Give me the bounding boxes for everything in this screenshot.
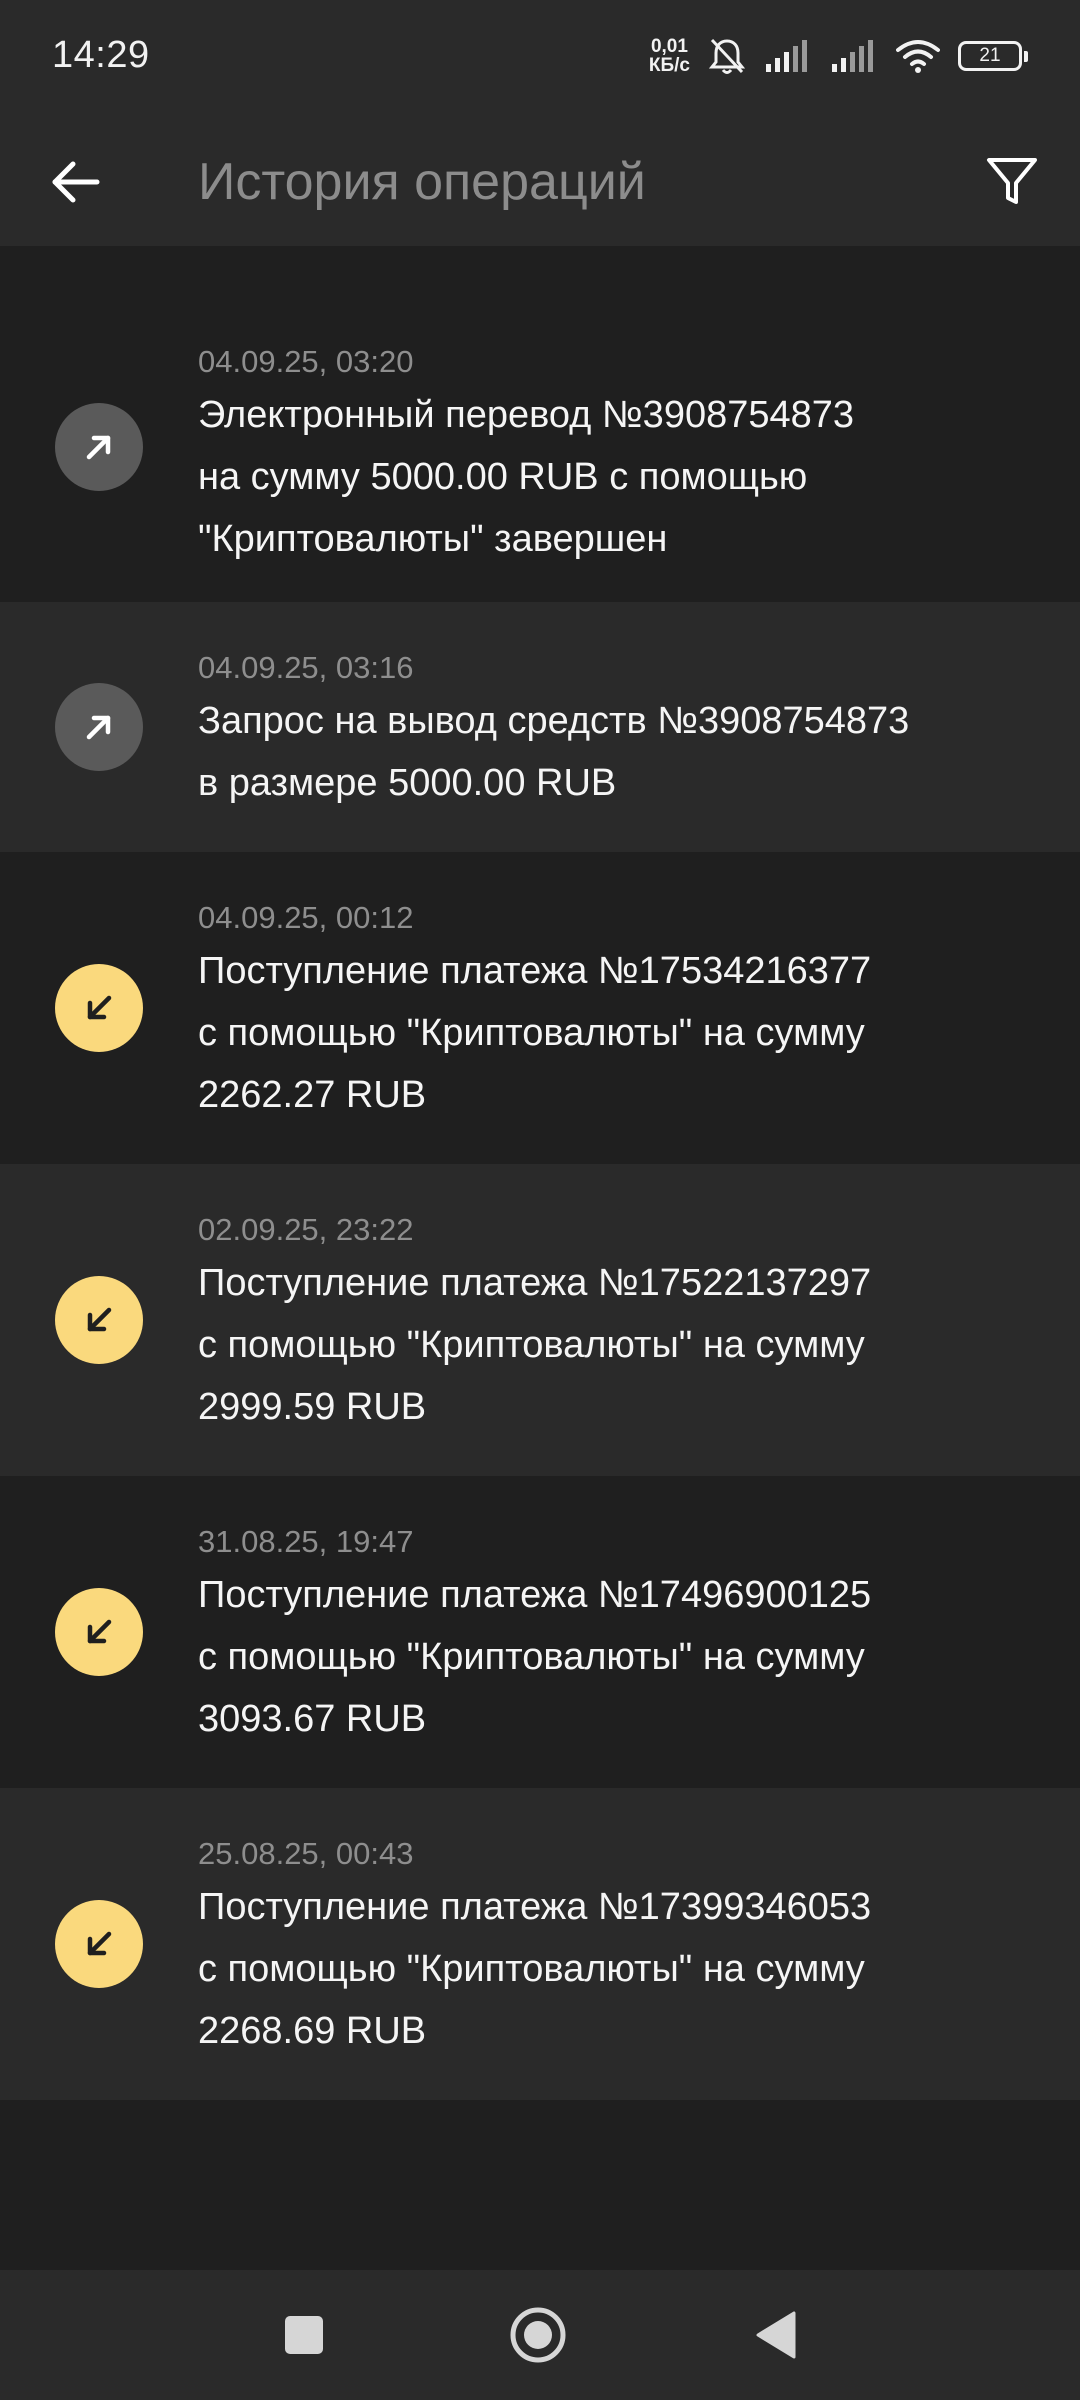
operation-description: Поступление платежа №17496900125 с помощ… xyxy=(198,1574,872,1740)
incoming-operation-badge xyxy=(55,1900,143,1988)
recents-button[interactable] xyxy=(274,2305,334,2365)
operations-list: 04.09.25, 03:20 Электронный перевод №390… xyxy=(0,246,1080,2100)
signal-icon xyxy=(766,40,807,72)
arrow-down-left-icon xyxy=(87,1307,112,1332)
incoming-operation-badge xyxy=(55,1276,143,1364)
status-time: 14:29 xyxy=(52,34,150,76)
battery-level: 21 xyxy=(979,45,1001,66)
incoming-operation-badge xyxy=(55,1588,143,1676)
operation-date: 04.09.25, 03:20 xyxy=(198,344,414,379)
network-speed: 0,01 КБ/с xyxy=(649,37,690,75)
operation-date: 04.09.25, 03:16 xyxy=(198,650,414,685)
wifi-icon xyxy=(896,40,940,73)
operation-item[interactable]: 02.09.25, 23:22 Поступление платежа №175… xyxy=(0,1164,1080,1476)
operation-description: Электронный перевод №3908754873 на сумму… xyxy=(198,394,855,560)
network-speed-value: 0,01 xyxy=(650,36,688,57)
back-button[interactable] xyxy=(44,150,108,214)
outgoing-operation-badge xyxy=(55,403,143,491)
nav-back-button[interactable] xyxy=(746,2305,806,2365)
home-button[interactable] xyxy=(508,2305,568,2365)
filter-button[interactable] xyxy=(980,150,1044,214)
operation-item[interactable]: 04.09.25, 03:16 Запрос на вывод средств … xyxy=(0,602,1080,852)
home-circle-icon xyxy=(510,2307,566,2363)
system-nav-bar xyxy=(0,2270,1080,2400)
operation-date: 02.09.25, 23:22 xyxy=(198,1212,414,1247)
status-icons: 0,01 КБ/с 21 xyxy=(649,30,1028,82)
operation-date: 31.08.25, 19:47 xyxy=(198,1524,414,1559)
operation-description: Поступление платежа №17534216377 с помощ… xyxy=(198,950,872,1116)
arrow-down-left-icon xyxy=(87,995,112,1020)
recents-square-icon xyxy=(285,2316,323,2354)
app-bar: История операций xyxy=(0,118,1080,246)
signal-icon xyxy=(832,40,873,72)
operation-date: 25.08.25, 00:43 xyxy=(198,1836,414,1871)
back-triangle-icon xyxy=(756,2311,796,2359)
arrow-left-icon xyxy=(52,161,100,203)
operation-item[interactable]: 31.08.25, 19:47 Поступление платежа №174… xyxy=(0,1476,1080,1788)
page-title: История операций xyxy=(198,153,646,211)
network-speed-unit: КБ/с xyxy=(648,55,690,76)
filter-icon xyxy=(987,158,1037,204)
operation-item[interactable]: 25.08.25, 00:43 Поступление платежа №173… xyxy=(0,1788,1080,2100)
operation-description: Запрос на вывод средств №3908754873 в ра… xyxy=(198,700,910,804)
bell-off-icon xyxy=(708,38,746,74)
incoming-operation-badge xyxy=(55,964,143,1052)
outgoing-operation-badge xyxy=(55,683,143,771)
arrow-up-right-icon xyxy=(86,435,111,460)
arrow-down-left-icon xyxy=(87,1619,112,1644)
arrow-down-left-icon xyxy=(87,1931,112,1956)
battery-icon: 21 xyxy=(958,41,1028,71)
operation-item[interactable]: 04.09.25, 03:20 Электронный перевод №390… xyxy=(0,246,1080,602)
operation-description: Поступление платежа №17399346053 с помощ… xyxy=(198,1886,872,2052)
status-bar: 14:29 0,01 КБ/с 21 xyxy=(0,0,1080,118)
operation-date: 04.09.25, 00:12 xyxy=(198,900,414,935)
operation-item[interactable]: 04.09.25, 00:12 Поступление платежа №175… xyxy=(0,852,1080,1164)
arrow-up-right-icon xyxy=(86,715,111,740)
operation-description: Поступление платежа №17522137297 с помощ… xyxy=(198,1262,872,1428)
